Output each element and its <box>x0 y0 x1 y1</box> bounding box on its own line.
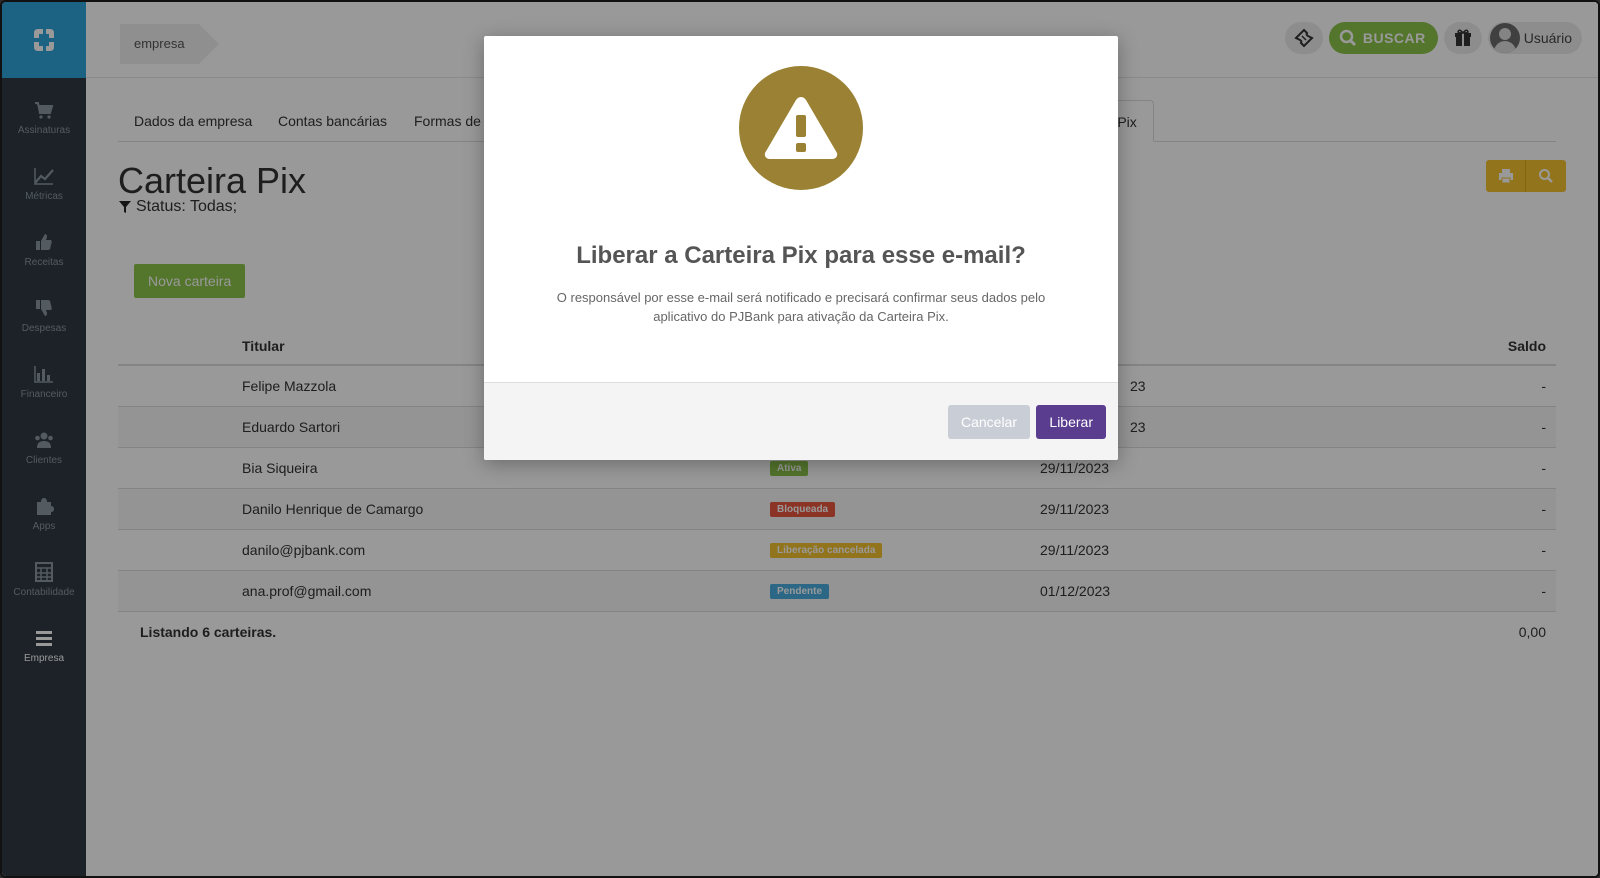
cancel-button[interactable]: Cancelar <box>947 405 1030 439</box>
app-window: Assinaturas Métricas Receitas Despesas F… <box>0 0 1600 878</box>
warning-icon <box>739 66 863 190</box>
dialog-footer: Cancelar Liberar <box>484 382 1118 460</box>
dialog-title: Liberar a Carteira Pix para esse e-mail? <box>576 242 1026 269</box>
dialog-message: O responsável por esse e-mail será notif… <box>534 288 1068 326</box>
confirm-dialog: Liberar a Carteira Pix para esse e-mail?… <box>484 36 1118 460</box>
liberar-button[interactable]: Liberar <box>1036 405 1106 439</box>
dialog-message-line1: O responsável por esse e-mail será notif… <box>556 290 1046 305</box>
dialog-message-line2: aplicativo do PJBank para ativação da Ca… <box>653 309 949 324</box>
